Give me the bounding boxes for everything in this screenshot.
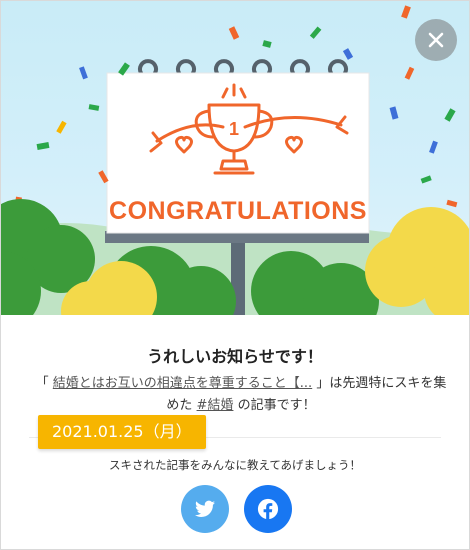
share-prompt: スキされた記事をみんなに教えてあげましょう！: [108, 458, 362, 472]
billboard-scene: 1 CONGRATULATIONS: [1, 5, 469, 315]
date-badge: 2021.01.25（月）: [38, 415, 206, 449]
close-button[interactable]: [415, 19, 457, 61]
hashtag-link[interactable]: #結婚: [197, 398, 234, 413]
congratulations-illustration: 1 CONGRATULATIONS: [1, 1, 469, 315]
notification-modal: 1 CONGRATULATIONS うれしいお知らせです！ 「 結婚とはお互いの…: [0, 0, 470, 550]
twitter-icon: [195, 500, 215, 517]
modal-title: うれしいお知らせです！: [147, 347, 323, 366]
close-icon: [428, 32, 444, 48]
facebook-share-button[interactable]: [244, 485, 292, 533]
facebook-icon: [257, 498, 279, 520]
banner-text: CONGRATULATIONS: [109, 197, 367, 225]
article-link[interactable]: 結婚とはお互いの相違点を尊重すること【...: [53, 376, 312, 391]
twitter-share-button[interactable]: [181, 485, 229, 533]
modal-content: うれしいお知らせです！ 「 結婚とはお互いの相違点を尊重すること【... 」は先…: [1, 315, 469, 549]
message-suffix: の記事です！: [237, 398, 316, 413]
trophy-number: 1: [229, 119, 239, 139]
message-prefix: 「: [35, 376, 49, 391]
modal-message: 「 結婚とはお互いの相違点を尊重すること【... 」は先週特にスキを集めた #結…: [31, 373, 451, 417]
